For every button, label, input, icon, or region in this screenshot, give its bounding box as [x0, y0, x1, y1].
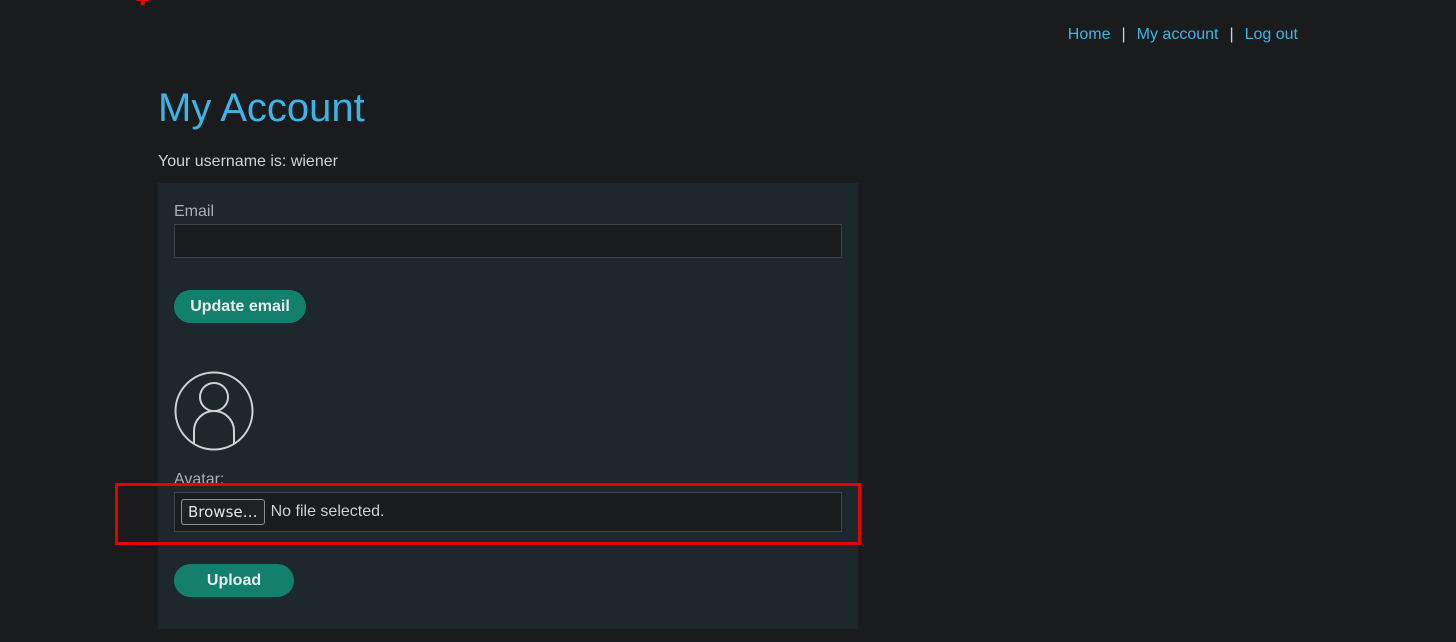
account-panel: Email Update email Avatar: Browse… No fi… [158, 183, 858, 629]
upload-button[interactable]: Upload [174, 564, 294, 597]
update-email-button[interactable]: Update email [174, 290, 306, 323]
nav-home-link[interactable]: Home [1068, 26, 1111, 44]
username-text: Your username is: wiener [158, 153, 338, 170]
nav-separator: | [1229, 26, 1234, 43]
avatar-label: Avatar: [174, 471, 225, 488]
top-nav: Home | My account | Log out [1068, 26, 1298, 44]
browse-button[interactable]: Browse… [181, 499, 265, 525]
nav-separator: | [1121, 26, 1126, 43]
page: ✚ Home | My account | Log out My Account… [0, 0, 1456, 642]
email-input[interactable] [174, 224, 842, 258]
nav-log-out-link[interactable]: Log out [1245, 26, 1298, 44]
nav-my-account-link[interactable]: My account [1137, 26, 1219, 44]
user-avatar-icon [174, 371, 254, 451]
page-title: My Account [158, 86, 365, 130]
cursor-marker-icon: ✚ [136, 0, 150, 9]
avatar-file-input[interactable]: Browse… No file selected. [174, 492, 842, 532]
email-label: Email [174, 203, 215, 220]
file-status-text: No file selected. [270, 503, 385, 520]
